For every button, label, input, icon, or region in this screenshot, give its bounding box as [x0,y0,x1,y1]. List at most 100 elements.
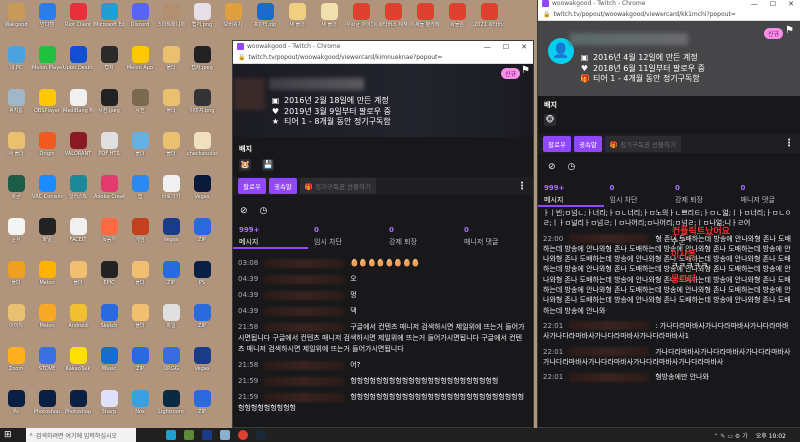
start-icon[interactable]: ⊞ [4,430,12,440]
desktop-icon[interactable]: STOVE [32,347,62,372]
report-flag-icon[interactable]: ⚑ [521,65,530,76]
desktop-icon[interactable]: Vegas [187,175,217,200]
desktop-icon[interactable]: ZIP [125,347,155,372]
clock[interactable]: 오후 10:02 [756,431,786,440]
report-flag-icon[interactable]: ⚑ [785,25,794,36]
desktop-icon[interactable]: ZIP [187,218,217,243]
desktop-icon[interactable]: ZIP [187,304,217,329]
whisper-button[interactable]: 귓속말 [268,178,297,194]
desktop-icon[interactable]: 프린터.zip [250,3,280,28]
desktop-icon[interactable]: 캡처 [94,46,124,71]
desktop-icon[interactable]: OP.GG [156,347,186,372]
desktop-icon[interactable]: Origin [32,132,62,157]
app-icon[interactable] [219,430,230,440]
desktop-icon[interactable]: 사진.jpeg [94,89,124,114]
stat-item[interactable]: 0 강제 퇴장 [669,184,735,207]
desktop-icon[interactable]: 녹음기 [94,218,124,243]
desktop-icon[interactable]: 이세돌 팬카페 [410,3,440,28]
desktop-icon[interactable]: Vegas [187,347,217,372]
desktop-icon[interactable]: 새 폴더 [314,3,344,28]
whisper-button[interactable]: 귓속말 [573,135,602,152]
desktop-icon[interactable]: 폴더 [1,261,31,286]
desktop-icon[interactable]: 파일 [32,218,62,243]
desktop-icon[interactable]: PS [187,261,217,286]
desktop-icon[interactable]: 왁굳 [1,175,31,200]
desktop-icon[interactable]: Photoshop [32,390,62,415]
vegas-icon[interactable] [201,430,212,440]
ban-icon[interactable]: ⊘ [240,206,248,216]
desktop-icon[interactable]: 왁타버스 제작 [378,3,408,28]
desktop-icon[interactable]: Lightroom [156,390,186,415]
stat-item[interactable]: 999+ 메시지 [233,226,308,249]
desktop-icon[interactable]: 문서 [1,218,31,243]
desktop-icon[interactable]: 새 폴더 [282,3,312,28]
desktop-icon[interactable]: Discord [125,3,155,28]
desktop-icon[interactable]: Wakgood [1,3,31,28]
desktop-icon[interactable]: Sharp [94,390,124,415]
timeout-icon[interactable]: ◷ [568,162,576,172]
desktop-icon[interactable]: 사진 [125,89,155,114]
gift-sub-button[interactable]: 🎁 정기구독권 선물하기 [604,135,681,152]
address-bar[interactable]: 🔒 twitch.tv/popout/woowakgood/viewercard/… [538,9,800,21]
more-options-icon[interactable]: ⋮ [784,138,794,149]
desktop-icon[interactable]: 스마트매니저 [156,3,186,28]
desktop-icon[interactable]: Microsoft Edge [94,3,124,28]
desktop-icon[interactable]: ZIP [156,261,186,286]
title-bar[interactable]: woowakgood - Twitch - Chrome — ☐ ✕ [233,41,533,52]
desktop-icon[interactable]: KakaoTalk [63,347,93,372]
desktop-icon[interactable]: 폴더 [156,89,186,114]
maximize-icon[interactable]: ☐ [503,43,509,51]
desktop-icon[interactable]: FACEIT [63,218,93,243]
desktop-icon[interactable]: 왁물원 [442,3,472,28]
address-bar[interactable]: 🔒 twitch.tv/popout/woowakgood/viewercard/… [233,52,533,64]
desktop-icon[interactable]: 폴더 [125,304,155,329]
desktop-icon[interactable]: EPIC [94,261,124,286]
stat-item[interactable]: 0 매니저 댓글 [735,184,800,207]
desktop-icon[interactable]: 내 PC [1,46,31,71]
stat-item[interactable]: 0 강제 퇴장 [383,226,458,249]
minecraft-icon[interactable] [183,430,194,440]
desktop-icon[interactable]: 휴지통 [1,89,31,114]
desktop-icon[interactable]: 폴더 [63,261,93,286]
desktop-icon[interactable]: Melon [32,261,62,286]
edge-icon[interactable] [165,430,176,440]
steam-icon[interactable] [255,430,266,440]
desktop-icon[interactable]: 게임 [125,218,155,243]
desktop-icon[interactable]: VALORANT [63,132,93,157]
more-options-icon[interactable]: ⋮ [517,181,527,192]
desktop-icon[interactable]: checkstudio [187,132,217,157]
stat-item[interactable]: 0 임시 차단 [604,184,670,207]
desktop-icon[interactable]: Nox [125,390,155,415]
chrome-icon[interactable] [237,430,248,440]
desktop-icon[interactable]: 캡처.png [187,3,217,28]
taskbar-search[interactable]: ⌕ 검색하려면 여기에 입력하십시오 [25,428,136,442]
desktop-icon[interactable]: Adobe Creative [94,175,124,200]
desktop-icon[interactable]: 2021 왁타버스 [474,3,504,28]
desktop-icon[interactable]: Riot Client [63,3,93,28]
desktop-icon[interactable]: 우왁굳 아이디어 [346,3,376,28]
ban-icon[interactable]: ⊘ [548,162,556,172]
close-icon[interactable]: ✕ [788,0,794,8]
desktop-icon[interactable]: Android [63,304,93,329]
desktop-icon[interactable]: Sketch [94,304,124,329]
desktop-icon[interactable]: 폴더 [125,132,155,157]
follow-button[interactable]: 팔로우 [543,135,571,152]
desktop-icon[interactable]: Melon [32,304,62,329]
desktop-icon[interactable]: Melon Player [32,46,62,71]
desktop-icon[interactable]: 이미지 [1,304,31,329]
minimize-icon[interactable]: — [484,43,491,51]
desktop-icon[interactable]: Photoshop [63,390,93,415]
gift-sub-button[interactable]: 🎁 정기구독권 선물하기 [299,178,376,194]
follow-button[interactable]: 팔로우 [238,178,266,194]
desktop-icon[interactable]: 파일 [156,304,186,329]
desktop-icon[interactable]: 반디캠 [32,3,62,28]
minimize-icon[interactable]: — [751,0,758,8]
desktop-icon[interactable]: Vegas [156,218,186,243]
stat-item[interactable]: 999+ 메시지 [538,184,604,207]
desktop-icon[interactable]: PDF HTS [94,132,124,157]
desktop-icon[interactable]: 폴더 [156,132,186,157]
timeout-icon[interactable]: ◷ [260,206,268,216]
desktop-icon[interactable]: 이미지.png [187,89,217,114]
desktop-icon[interactable]: 폴더 [156,46,186,71]
stat-item[interactable]: 0 임시 차단 [308,226,383,249]
